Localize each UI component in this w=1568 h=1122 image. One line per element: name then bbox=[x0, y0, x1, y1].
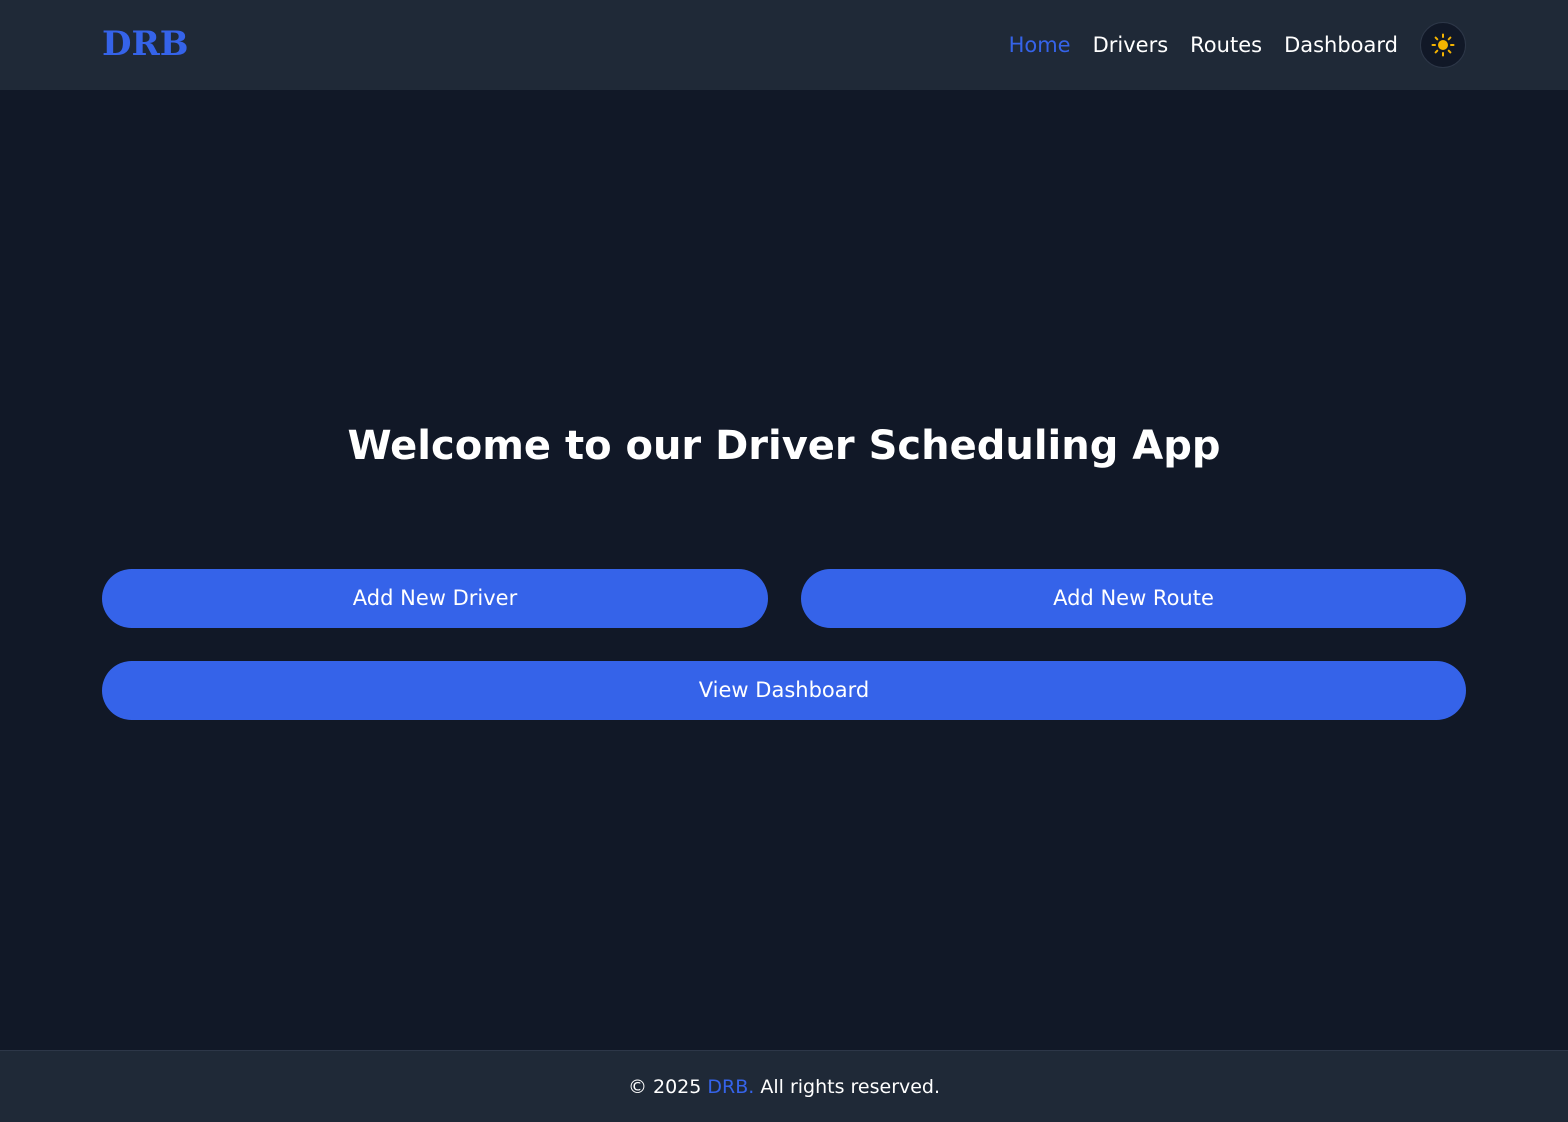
footer-brand: DRB. bbox=[707, 1076, 755, 1098]
view-dashboard-button[interactable]: View Dashboard bbox=[102, 661, 1466, 720]
nav-link-routes[interactable]: Routes bbox=[1190, 22, 1262, 68]
nav-link-drivers[interactable]: Drivers bbox=[1093, 22, 1169, 68]
add-route-button[interactable]: Add New Route bbox=[801, 569, 1466, 628]
nav-link-home[interactable]: Home bbox=[1009, 22, 1071, 68]
nav-links: Home Drivers Routes Dashboard bbox=[1009, 22, 1466, 68]
footer: © 2025 DRB. All rights reserved. bbox=[0, 1050, 1568, 1122]
navbar: DRB Home Drivers Routes Dashboard bbox=[0, 0, 1568, 90]
footer-copyright: © 2025 bbox=[627, 1076, 702, 1098]
theme-toggle-button[interactable] bbox=[1420, 22, 1466, 68]
hero-section: Welcome to our Driver Scheduling App Add… bbox=[0, 90, 1568, 1050]
brand-logo[interactable]: DRB bbox=[102, 24, 188, 64]
add-driver-button[interactable]: Add New Driver bbox=[102, 569, 768, 628]
page-title: Welcome to our Driver Scheduling App bbox=[347, 423, 1221, 469]
nav-link-dashboard[interactable]: Dashboard bbox=[1284, 22, 1398, 68]
page: DRB Home Drivers Routes Dashboard Welcom… bbox=[0, 0, 1568, 1122]
footer-rights: All rights reserved. bbox=[760, 1076, 941, 1098]
sun-icon bbox=[1431, 33, 1455, 57]
